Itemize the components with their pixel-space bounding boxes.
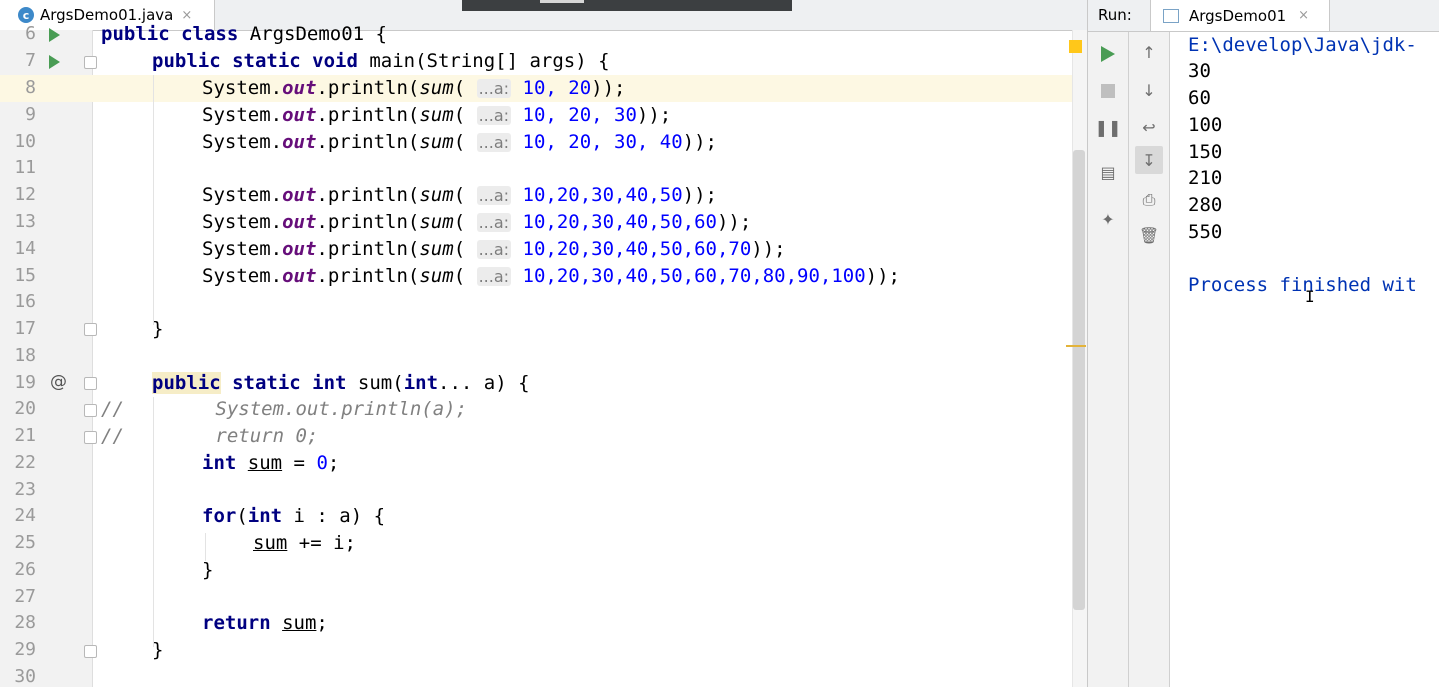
line-number: 25 [14, 532, 36, 553]
console-line: 280 [1188, 194, 1223, 216]
code-line-14: System.out.println(sum( ...a: 10,20,30,4… [202, 238, 786, 260]
fold-icon[interactable] [84, 645, 97, 658]
line-number: 29 [14, 639, 36, 660]
code-line-21-comment: // return 0; [101, 425, 319, 447]
line-number: 23 [14, 479, 36, 500]
scroll-to-end-icon[interactable]: ↧ [1135, 146, 1163, 174]
run-config-icon [1163, 8, 1179, 23]
line-number: 9 [25, 104, 36, 125]
code-line-7: public static void main(String[] args) { [152, 50, 610, 72]
code-line-29: } [152, 639, 164, 661]
print-icon[interactable]: ⎙ [1139, 190, 1159, 210]
code-line-28: return sum; [202, 612, 328, 634]
code-line-10: System.out.println(sum( ...a: 10, 20, 30… [202, 131, 717, 153]
line-number: 22 [14, 452, 36, 473]
code-line-6: public class ArgsDemo01 { [101, 23, 387, 45]
console-line: 550 [1188, 221, 1223, 243]
code-line-19: public static int sum(int... a) { [152, 372, 530, 394]
line-number: 16 [14, 291, 36, 312]
line-number: 14 [14, 238, 36, 259]
console-line: 210 [1188, 167, 1223, 189]
run-toolbar-left: ❚❚ ▤ ✦ [1088, 32, 1129, 687]
up-arrow-icon[interactable]: ↑ [1139, 42, 1159, 62]
console-process-finished: Process finished wit [1188, 274, 1417, 296]
fold-icon[interactable] [84, 431, 97, 444]
down-arrow-icon[interactable]: ↓ [1139, 80, 1159, 100]
line-number: 21 [14, 425, 36, 446]
parameter-hint: ...a: [476, 213, 512, 232]
close-run-tab-icon[interactable]: × [1298, 8, 1309, 23]
line-number: 28 [14, 612, 36, 633]
parameter-hint: ...a: [476, 267, 512, 286]
line-number: 17 [14, 318, 36, 339]
parameter-hint: ...a: [476, 133, 512, 152]
editor-scrollbar-thumb[interactable] [1073, 150, 1085, 610]
scrollbar-marker[interactable] [1066, 345, 1086, 347]
line-number: 12 [14, 184, 36, 205]
warning-indicator-icon[interactable] [1069, 40, 1082, 53]
line-number: 18 [14, 345, 36, 366]
pin-icon[interactable]: ✦ [1098, 209, 1118, 229]
fold-icon[interactable] [84, 404, 97, 417]
trash-icon[interactable]: 🗑 [1139, 225, 1159, 245]
console-output[interactable]: E:\develop\Java\jdk- 30 60 100 150 210 2… [1188, 32, 1439, 687]
run-gutter-icon[interactable] [49, 28, 60, 42]
line-number: 27 [14, 586, 36, 607]
console-line: 30 [1188, 60, 1211, 82]
code-line-17: } [152, 318, 164, 340]
code-line-12: System.out.println(sum( ...a: 10,20,30,4… [202, 184, 717, 206]
run-label: Run: [1098, 6, 1132, 24]
line-number: 19 [14, 372, 36, 393]
run-tool-window: Run: ArgsDemo01 × ❚❚ ▤ ✦ ↑ ↓ ↩ ↧ ⎙ 🗑 E:\… [1087, 0, 1439, 687]
code-line-24: for(int i : a) { [202, 505, 386, 527]
fold-icon[interactable] [84, 377, 97, 390]
line-number: 7 [25, 50, 36, 71]
line-number: 30 [14, 666, 36, 687]
line-number: 13 [14, 211, 36, 232]
line-number: 10 [14, 131, 36, 152]
line-number: 20 [14, 398, 36, 419]
line-number: 26 [14, 559, 36, 580]
run-tab-argsdemo01[interactable]: ArgsDemo01 × [1150, 0, 1330, 31]
line-number: 11 [14, 157, 36, 178]
run-header: Run: ArgsDemo01 × [1088, 0, 1439, 32]
fold-icon[interactable] [84, 323, 97, 336]
code-line-15: System.out.println(sum( ...a: 10,20,30,4… [202, 265, 900, 287]
floating-toolbar [462, 0, 792, 11]
stop-icon[interactable] [1098, 81, 1118, 101]
parameter-hint: ...a: [476, 106, 512, 125]
code-line-26: } [202, 559, 214, 581]
console-line: 100 [1188, 114, 1223, 136]
line-number: 8 [25, 77, 36, 98]
line-number: 15 [14, 265, 36, 286]
code-line-8: System.out.println(sum( ...a: 10, 20)); [202, 77, 626, 99]
line-number: 6 [25, 23, 36, 44]
parameter-hint: ...a: [476, 186, 512, 205]
console-line: 60 [1188, 87, 1211, 109]
code-line-25: sum += i; [253, 532, 356, 554]
override-marker-icon[interactable]: @ [50, 372, 67, 392]
line-number: 24 [14, 505, 36, 526]
code-line-20-comment: // System.out.println(a); [101, 398, 468, 420]
parameter-hint: ...a: [476, 79, 512, 98]
run-main-gutter-icon[interactable] [49, 55, 60, 69]
parameter-hint: ...a: [476, 240, 512, 259]
run-toolbar-right: ↑ ↓ ↩ ↧ ⎙ 🗑 [1129, 32, 1170, 687]
text-cursor-icon: I [1305, 287, 1315, 306]
code-editor[interactable]: c ArgsDemo01.java × 6 7 8 9 10 11 12 13 … [0, 0, 1087, 687]
run-tab-label: ArgsDemo01 [1189, 6, 1287, 25]
code-line-22: int sum = 0; [202, 452, 340, 474]
pause-icon[interactable]: ❚❚ [1095, 117, 1122, 137]
layout-icon[interactable]: ▤ [1098, 162, 1118, 182]
console-line: 150 [1188, 141, 1223, 163]
indent-guide [153, 75, 154, 325]
fold-icon[interactable] [84, 56, 97, 69]
rerun-icon[interactable] [1098, 44, 1118, 64]
console-line: E:\develop\Java\jdk- [1188, 34, 1417, 56]
soft-wrap-icon[interactable]: ↩ [1139, 117, 1159, 137]
code-line-13: System.out.println(sum( ...a: 10,20,30,4… [202, 211, 752, 233]
code-line-9: System.out.println(sum( ...a: 10, 20, 30… [202, 104, 672, 126]
